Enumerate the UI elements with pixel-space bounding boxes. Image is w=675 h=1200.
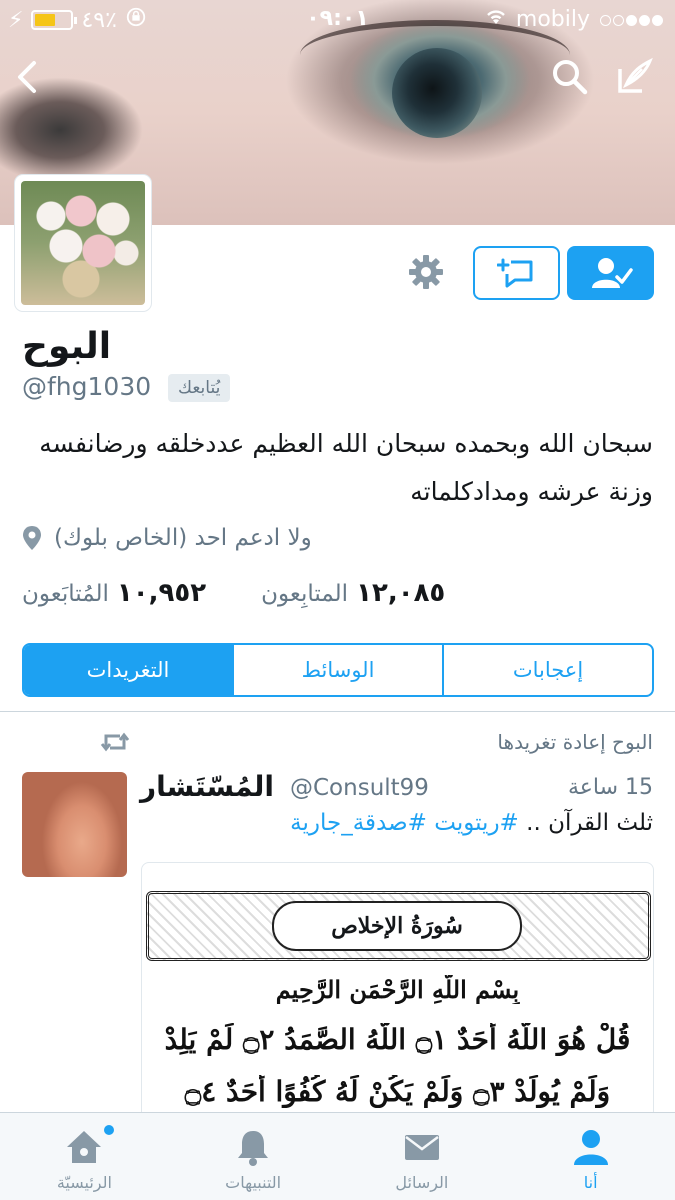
tabbar-messages-label: الرسائل	[395, 1173, 449, 1192]
search-icon	[553, 60, 588, 95]
envelope-icon	[404, 1135, 439, 1160]
home-icon	[67, 1131, 102, 1163]
surah-title: سُورَةُ الإخلاص	[272, 901, 522, 951]
avatar-image	[21, 181, 145, 305]
signal-dot	[613, 14, 624, 26]
basmala-text: بِسْمِ اللَّهِ الرَّحْمَنِ الرَّحِيمِ	[275, 975, 520, 1004]
status-bar: ⚡ ٤٩٪ ٠٩:٠١ mobily	[0, 0, 675, 38]
verse-line-1: قُلْ هُوَ اللَّهُ أَحَدٌ ۝١ اللَّهُ الصَ…	[164, 1023, 631, 1056]
settings-button[interactable]	[406, 252, 446, 292]
tab-likes[interactable]: إعجابات	[442, 645, 652, 695]
banner-eye	[392, 48, 482, 138]
tabbar-notifications-label: التنبيهات	[225, 1173, 282, 1192]
signal-strength-icon	[598, 7, 663, 32]
direct-message-button[interactable]	[473, 246, 560, 300]
following-stat[interactable]: المُتابَعون ١٠,٩٥٢	[22, 578, 206, 608]
following-button[interactable]	[567, 246, 654, 300]
carrier-name: mobily	[515, 6, 590, 32]
followers-stat[interactable]: المتابِعون ١٢,٠٨٥	[261, 578, 445, 608]
person-check-icon	[591, 258, 633, 288]
bell-icon	[238, 1131, 269, 1166]
gear-icon	[409, 255, 443, 289]
section-divider	[0, 711, 675, 712]
tabbar-home[interactable]: الرئيسيّة	[0, 1113, 169, 1200]
signal-dot	[600, 14, 611, 26]
tweet-timestamp: 15 ساعة	[567, 775, 653, 800]
followers-count: ١٢,٠٨٥	[356, 578, 446, 608]
location-text: (الخاص بلوك) ولا ادعم احد	[54, 525, 312, 551]
tweet-author-handle[interactable]: @Consult99	[290, 775, 429, 801]
message-add-icon	[496, 258, 532, 288]
search-button[interactable]	[548, 55, 592, 99]
tweet-text: ثلث القرآن .. #ريتويت #صدقة_جارية	[290, 810, 653, 836]
profile-tabs: التغريدات الوسائط إعجابات	[22, 643, 654, 697]
back-button[interactable]	[8, 55, 52, 99]
tweet-hashtags[interactable]: #ريتويت #صدقة_جارية	[290, 810, 519, 836]
follows-you-badge: يُتابعك	[168, 374, 231, 402]
compose-tweet-button[interactable]	[612, 55, 656, 99]
tabbar-me[interactable]: أنا	[506, 1113, 675, 1200]
tabbar-messages[interactable]: الرسائل	[338, 1113, 507, 1200]
tabbar-me-label: أنا	[583, 1173, 598, 1192]
verse-line-2: وَلَمْ يُولَدْ ۝٣ وَلَمْ يَكُنْ لَهُ كُف…	[184, 1075, 611, 1108]
person-icon	[573, 1130, 608, 1165]
unread-dot	[104, 1125, 114, 1135]
following-count: ١٠,٩٥٢	[116, 578, 207, 608]
tab-tweets[interactable]: التغريدات	[24, 645, 232, 695]
retweet-context: البوح إعادة تغريدها	[497, 730, 653, 754]
tweet-media-image[interactable]: سُورَةُ الإخلاص بِسْمِ اللَّهِ الرَّحْمَ…	[141, 862, 654, 1122]
location-pin-icon	[23, 526, 41, 550]
bottom-tab-bar: الرئيسيّة التنبيهات الرسائل أنا	[0, 1112, 675, 1200]
signal-dot	[639, 14, 650, 26]
retweet-icon	[100, 730, 130, 754]
profile-location: (الخاص بلوك) ولا ادعم احد	[22, 525, 312, 551]
profile-bio: سبحان الله وبحمده سبحان الله العظيم عددخ…	[39, 429, 653, 506]
tab-media[interactable]: الوسائط	[232, 645, 442, 695]
profile-name: البوح	[22, 326, 112, 367]
chevron-left-icon	[18, 61, 36, 93]
signal-dot	[626, 14, 637, 26]
tabbar-notifications[interactable]: التنبيهات	[169, 1113, 338, 1200]
tweet-author-name[interactable]: المُسّتَشار	[140, 770, 274, 803]
profile-avatar[interactable]	[15, 175, 151, 311]
tweet-author-avatar[interactable]	[22, 772, 127, 877]
tabbar-home-label: الرئيسيّة	[56, 1173, 112, 1192]
wifi-icon	[484, 6, 508, 32]
signal-dot	[652, 14, 663, 26]
compose-icon	[618, 57, 653, 93]
profile-stats: المُتابَعون ١٠,٩٥٢ المتابِعون ١٢,٠٨٥	[22, 578, 445, 608]
followers-label: المتابِعون	[261, 581, 349, 607]
following-label: المُتابَعون	[22, 581, 109, 607]
profile-handle: @fhg1030	[22, 372, 152, 401]
tweet-text-body: ثلث القرآن ..	[518, 810, 653, 836]
